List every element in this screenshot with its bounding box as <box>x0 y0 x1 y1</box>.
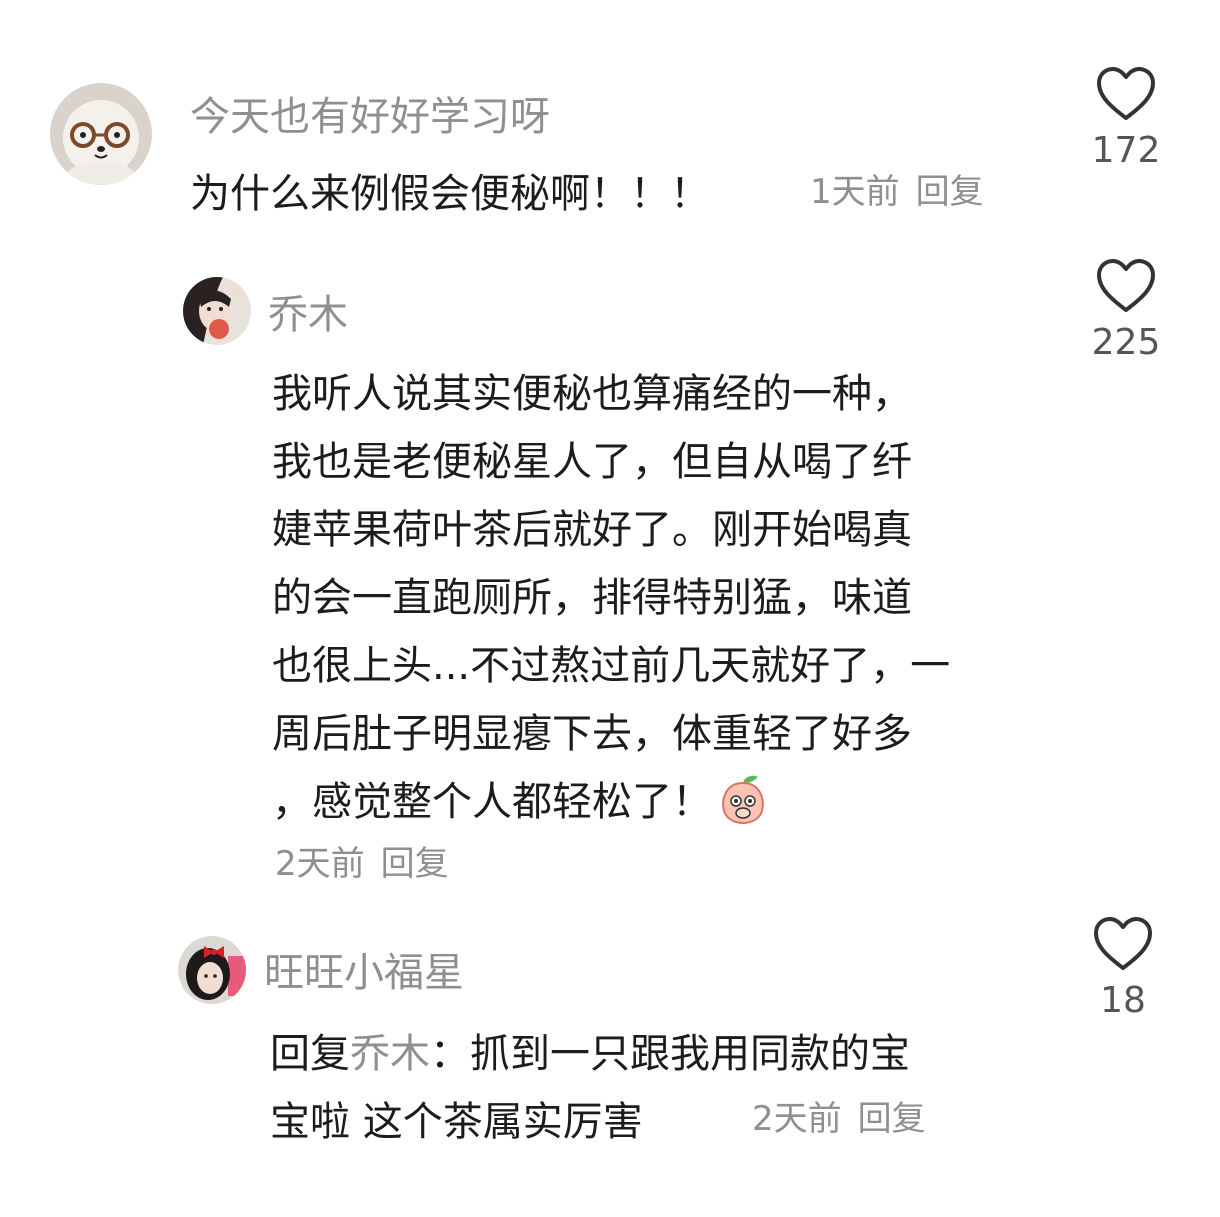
comment-line-last: ，感觉整个人都轻松了！ <box>272 768 950 836</box>
timestamp: 2天前 <box>752 1099 842 1139</box>
comment-text: 我听人说其实便秘也算痛经的一种， 我也是老便秘星人了，但自从喝了纤 婕苹果荷叶茶… <box>272 360 950 836</box>
like-button[interactable]: 18 <box>1088 916 1158 1021</box>
comment-line: 的会一直跑厕所，排得特别猛，味道 <box>272 575 912 621</box>
comment-line: 婕苹果荷叶茶后就好了。刚开始喝真 <box>272 507 912 553</box>
heart-icon <box>1097 67 1155 120</box>
girl-holding-peach-avatar-icon <box>183 277 251 345</box>
comment-meta: 2天前 回复 <box>275 836 449 885</box>
like-button[interactable]: 225 <box>1091 258 1161 363</box>
comment-line: 我听人说其实便秘也算痛经的一种， <box>272 371 912 417</box>
timestamp: 1天前 <box>810 172 900 212</box>
reply-button[interactable]: 回复 <box>916 172 984 212</box>
comment-text: 为什么来例假会便秘啊！！！ <box>190 171 710 217</box>
like-count: 172 <box>1091 130 1161 171</box>
comment-meta: 1天前 回复 <box>810 164 984 213</box>
comment-meta: 2天前 回复 <box>752 1091 926 1140</box>
heart-icon <box>1097 259 1155 312</box>
reply-button[interactable]: 回复 <box>381 844 449 884</box>
reply-to-username[interactable]: 乔木 <box>350 1031 430 1077</box>
comment-line-text: ：抓到一只跟我用同款的宝 <box>430 1031 910 1077</box>
like-button[interactable]: 172 <box>1091 66 1161 171</box>
bear-with-glasses-avatar-icon <box>50 83 152 185</box>
heart-icon <box>1094 917 1152 970</box>
girl-with-red-bow-avatar-icon <box>178 936 246 1004</box>
comment-line: 回复乔木：抓到一只跟我用同款的宝 <box>270 1020 910 1088</box>
like-count: 225 <box>1091 322 1161 363</box>
comment-line: 我也是老便秘星人了，但自从喝了纤 <box>272 439 912 485</box>
like-count: 18 <box>1100 980 1146 1021</box>
comment-line: 周后肚子明显瘪下去，体重轻了好多 <box>272 711 912 757</box>
reply-button[interactable]: 回复 <box>858 1099 926 1139</box>
reply-prefix: 回复 <box>270 1031 350 1077</box>
peach-shy-emoji-icon <box>722 775 764 825</box>
avatar[interactable] <box>178 936 246 1004</box>
avatar[interactable] <box>50 83 152 185</box>
username[interactable]: 今天也有好好学习呀 <box>190 84 550 142</box>
comment-line-text: ，感觉整个人都轻松了！ <box>272 779 712 825</box>
username[interactable]: 乔木 <box>268 282 348 340</box>
comment-line: 也很上头...不过熬过前几天就好了，一 <box>272 643 951 689</box>
avatar[interactable] <box>183 277 251 345</box>
timestamp: 2天前 <box>275 844 365 884</box>
username[interactable]: 旺旺小福星 <box>264 940 464 998</box>
